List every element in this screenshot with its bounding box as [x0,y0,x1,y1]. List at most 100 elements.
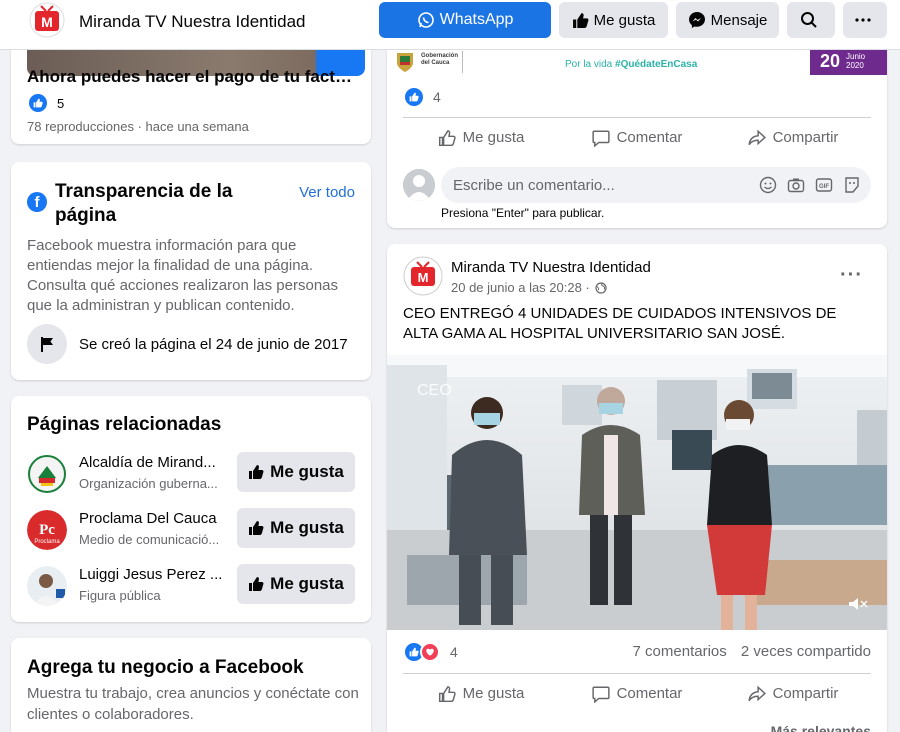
post-card: Gobernación del Cauca Por la vida #Quédat… [387,20,887,228]
page-title[interactable]: Miranda TV Nuestra Identidad [79,12,305,32]
top-bar: M Miranda TV Nuestra Identidad WhatsApp … [0,0,900,50]
page-transparency-card: f Transparencia de la página Ver todo Fa… [11,162,371,380]
related-page-like-button[interactable]: Me gusta [237,452,355,492]
post-author[interactable]: Miranda TV Nuestra Identidad [451,259,651,276]
post-photo[interactable]: CEO [387,355,887,630]
stay-home-text: Por la vida #QuédateEnCasa [565,59,698,70]
post-image-banner[interactable]: Gobernación del Cauca Por la vida #Quédat… [387,48,887,75]
comment-icon [591,130,610,147]
proclama-logo-caption: Proclama [34,539,60,545]
related-page-category: Medio de comunicació... [79,532,220,547]
emoji-icon[interactable] [759,176,777,194]
whatsapp-label: WhatsApp [439,11,514,28]
messenger-icon [688,12,705,28]
comment-tools: GIF [759,176,861,194]
comment-composer: GIF [403,167,871,203]
banner-divider [462,51,463,73]
svg-text:M: M [418,270,429,285]
more-options-button[interactable] [843,2,887,38]
thumbs-up-icon [249,465,264,479]
post-card: M Miranda TV Nuestra Identidad 20 de jun… [387,244,887,732]
camera-icon[interactable] [787,176,805,194]
thumbs-up-icon [249,577,264,591]
comment-action-button[interactable]: Comentar [559,118,715,157]
like-reaction-icon [29,94,47,112]
transparency-description: Facebook muestra información para que en… [27,237,339,314]
gif-icon[interactable]: GIF [815,176,833,194]
gobernacion-text: Gobernación del Cauca [421,53,459,66]
proclama-logo-letters: Pc [39,522,55,538]
post-timestamp[interactable]: 20 de junio a las 20:28 · [451,280,607,295]
flag-icon [27,324,67,364]
related-page-name[interactable]: Alcaldía de Mirand... [79,454,224,471]
post-stats: 7 comentarios 2 veces compartido [633,643,871,660]
video-meta: 78 reproducciones · hace una semana [27,119,249,134]
post-text: CEO ENTREGÓ 4 UNIDADES DE CUIDADOS INTEN… [403,305,837,342]
add-business-description: Muestra tu trabajo, crea anuncios y coné… [27,685,359,723]
video-title[interactable]: Ahora puedes hacer el pago de tu factur.… [27,67,357,87]
user-avatar[interactable] [403,169,435,201]
post-actions: Me gusta Comentar Compartir [403,673,871,713]
related-pages-title: Páginas relacionadas [27,414,222,435]
like-action-button[interactable]: Me gusta [403,118,559,157]
post-options-icon[interactable]: ··· [840,264,863,287]
related-page-like-button[interactable]: Me gusta [237,564,355,604]
proclama-avatar[interactable]: Pc Proclama [27,510,67,550]
thumbs-up-outline-icon [438,129,456,146]
alcaldia-avatar[interactable] [27,454,67,494]
love-reaction-icon [420,642,440,662]
luiggi-avatar[interactable] [27,566,67,606]
related-page-name[interactable]: Luiggi Jesus Perez ... [79,566,224,583]
photo-watermark: CEO [417,382,452,399]
sticker-icon[interactable] [843,176,861,194]
related-page-row: Luiggi Jesus Perez ... Figura pública Me… [27,564,367,608]
globe-icon [595,281,607,294]
page-logo[interactable]: M [29,2,65,38]
comment-icon [591,686,610,703]
post-reactions[interactable]: 4 [405,88,441,106]
see-all-link[interactable]: Ver todo [299,184,355,201]
related-page-row: Alcaldía de Mirand... Organización guber… [27,452,367,496]
like-action-button[interactable]: Me gusta [403,674,559,713]
post-actions: Me gusta Comentar Compartir [403,117,871,157]
svg-text:M: M [41,14,53,30]
page-created-text: Se creó la página el 24 de junio de 2017 [79,335,348,353]
thumbs-up-icon [572,12,589,28]
author-avatar[interactable]: M [403,256,443,296]
video-likes[interactable]: 5 [29,94,64,112]
related-page-like-button[interactable]: Me gusta [237,508,355,548]
whatsapp-icon [417,12,434,28]
reaction-count: 4 [450,644,458,660]
share-icon [747,685,766,701]
svg-text:GIF: GIF [819,184,829,190]
related-pages-card: Páginas relacionadas Alcaldía de Mirand.… [11,396,371,622]
like-reaction-icon [405,88,423,106]
share-action-button[interactable]: Compartir [715,118,871,157]
comments-count[interactable]: 7 comentarios [633,643,727,660]
facebook-icon: f [27,192,47,212]
related-page-name[interactable]: Proclama Del Cauca [79,510,224,527]
shares-count[interactable]: 2 veces compartido [741,643,871,660]
page-like-label: Me gusta [593,11,656,29]
enter-hint: Presiona "Enter" para publicar. [441,206,605,220]
whatsapp-button[interactable]: WhatsApp [379,2,551,38]
video-like-count: 5 [57,95,65,111]
post-reactions[interactable]: 4 [405,642,458,662]
thumbs-up-outline-icon [438,685,456,702]
comment-action-button[interactable]: Comentar [559,674,715,713]
search-button[interactable] [787,2,835,38]
transparency-title: Transparencia de la página [55,181,233,226]
search-icon [800,12,817,28]
page-like-button[interactable]: Me gusta [559,2,668,38]
related-page-category: Organización guberna... [79,476,218,491]
thumbs-up-icon [249,521,264,535]
add-business-title[interactable]: Agrega tu negocio a Facebook [27,657,304,679]
related-page-row: Pc Proclama Proclama Del Cauca Medio de c… [27,508,367,552]
share-action-button[interactable]: Compartir [715,674,871,713]
message-button[interactable]: Mensaje [676,2,779,38]
related-like-label: Me gusta [270,518,344,537]
coat-of-arms-icon [397,53,413,72]
comment-sort-dropdown[interactable]: Más relevantes [771,723,871,732]
more-dots-icon [854,18,871,22]
add-business-card: Agrega tu negocio a Facebook Muestra tu … [11,638,371,732]
